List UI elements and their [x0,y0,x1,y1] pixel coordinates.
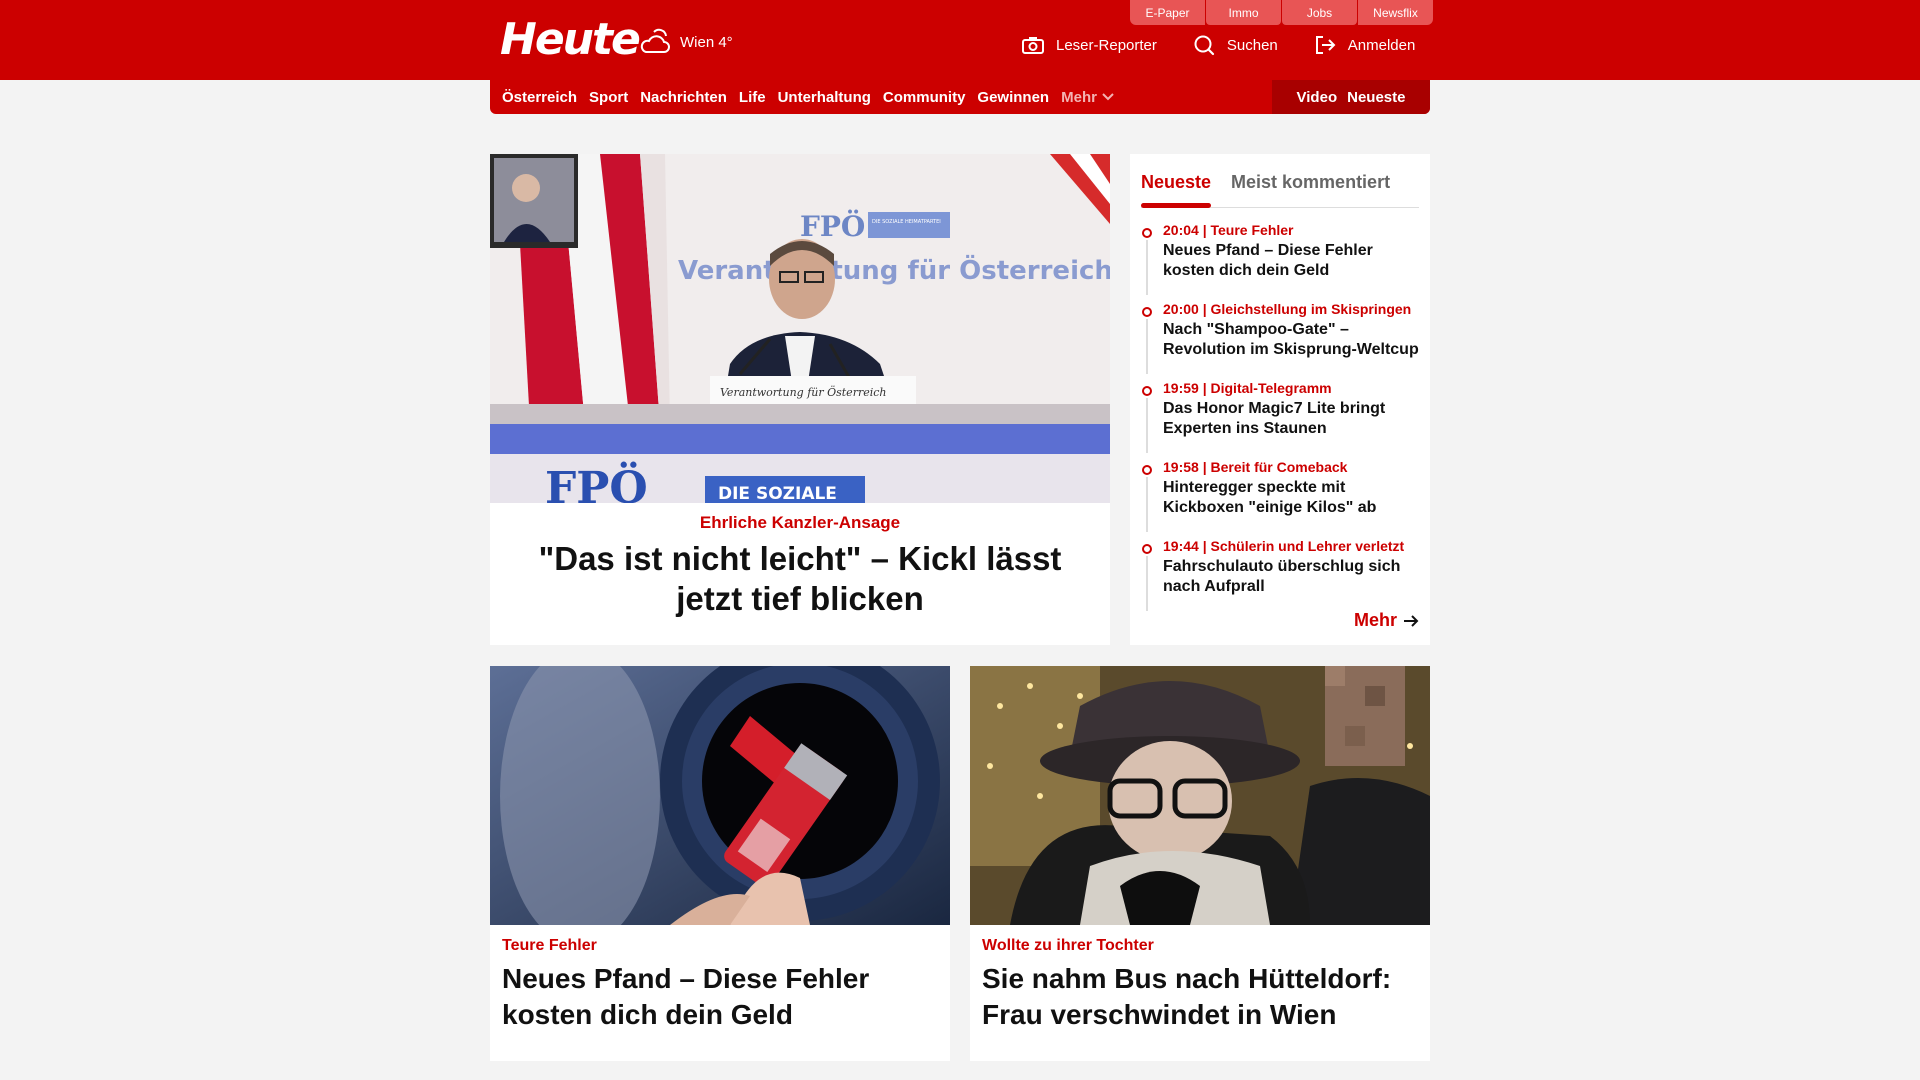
hero-image-bottom-tag: DIE SOZIALE [718,484,837,503]
timeline-line [1146,398,1148,453]
pfand-photo-illustration [490,666,950,925]
nav-item-video[interactable]: Video [1297,89,1338,106]
list-item-meta: 20:04 | Teure Fehler [1163,222,1294,238]
list-item-title: Neues Pfand – Diese Fehler kosten dich d… [1163,242,1373,279]
hero-image-bottom-logo: FPÖ [545,460,648,503]
chevron-down-icon [1102,93,1114,101]
tab-neueste[interactable]: Neueste [1141,164,1212,208]
nav-item-nachrichten[interactable]: Nachrichten [640,89,727,106]
list-item-meta: 19:44 | Schülerin und Lehrer verletzt [1163,538,1405,554]
site-header: E-Paper Immo Jobs Newsflix Heute Wien 4°… [0,0,1920,80]
hero-title[interactable]: "Das ist nicht leicht" – Kickl lässt jet… [490,539,1110,619]
nav-right-group: Video Neueste [1272,80,1430,114]
util-tab-epaper[interactable]: E-Paper [1130,0,1205,25]
nav-item-life[interactable]: Life [739,89,766,106]
list-item-title: Hinteregger speckte mit Kickboxen "einig… [1163,479,1377,516]
hero-article[interactable]: FPÖ DIE SOZIALE HEIMATPARTEI Verantwortu… [490,154,1110,645]
camera-icon [1022,37,1044,54]
search-label: Suchen [1226,36,1278,54]
timeline-dot-icon [1142,307,1152,317]
header-actions: Leser-Reporter Suchen Anmelden [1022,34,1415,56]
nav-item-oesterreich[interactable]: Österreich [502,89,577,106]
util-tab-newsflix[interactable]: Newsflix [1358,0,1433,25]
timeline-dot-icon [1142,544,1152,554]
card-kicker: Teure Fehler [502,937,597,954]
article-card[interactable]: Wollte zu ihrer Tochter Sie nahm Bus nac… [970,666,1430,1061]
list-item[interactable]: 19:44 | Schülerin und Lehrer verletzt Fa… [1141,538,1419,617]
hero-photo-illustration: FPÖ DIE SOZIALE HEIMATPARTEI Verantwortu… [490,154,1110,503]
sidebar-more-label: Mehr [1353,610,1397,630]
hero-image: FPÖ DIE SOZIALE HEIMATPARTEI Verantwortu… [490,154,1110,503]
nav-item-neueste[interactable]: Neueste [1347,89,1405,106]
login-icon [1315,36,1336,54]
site-logo[interactable]: Heute [500,14,641,65]
hero-image-lectern: Verantwortung für Österreich [720,385,886,399]
card-kicker: Wollte zu ihrer Tochter [982,937,1154,954]
util-tab-immo[interactable]: Immo [1206,0,1281,25]
woman-photo-illustration [970,666,1430,925]
timeline-line [1146,477,1148,532]
nav-item-community[interactable]: Community [883,89,966,106]
card-title[interactable]: Sie nahm Bus nach Hütteldorf: Frau versc… [982,961,1418,1033]
util-tab-jobs[interactable]: Jobs [1282,0,1357,25]
leser-reporter-label: Leser-Reporter [1056,36,1157,54]
list-item[interactable]: 19:59 | Digital-Telegramm Das Honor Magi… [1141,380,1419,459]
list-item-title: Das Honor Magic7 Lite bringt Experten in… [1163,400,1386,437]
sidebar-more-link[interactable]: Mehr [1354,610,1419,631]
utility-tabs: E-Paper Immo Jobs Newsflix [1130,0,1433,25]
search-button[interactable]: Suchen [1193,34,1278,56]
sidebar-tabs: Neueste Meist kommentiert [1141,164,1419,208]
nav-item-gewinnen[interactable]: Gewinnen [977,89,1049,106]
timeline-dot-icon [1142,465,1152,475]
hero-image-banner: Verantwortung für Österreich [678,253,1110,286]
list-item-meta: 19:59 | Digital-Telegramm [1163,380,1332,396]
timeline-line [1146,556,1148,611]
tab-meist-kommentiert[interactable]: Meist kommentiert [1231,164,1390,207]
list-item-title: Nach "Shampoo-Gate" – Revolution im Skis… [1163,321,1419,358]
list-item[interactable]: 20:00 | Gleichstellung im Skispringen Na… [1141,301,1419,380]
sidebar-list: 20:04 | Teure Fehler Neues Pfand – Diese… [1141,222,1419,617]
weather-widget[interactable]: Wien 4° [640,28,733,56]
timeline-line [1146,240,1148,295]
login-button[interactable]: Anmelden [1314,35,1416,55]
hero-image-party-logo: FPÖ [800,209,865,243]
nav-item-unterhaltung[interactable]: Unterhaltung [778,89,871,106]
card-image [490,666,950,925]
latest-news-sidebar: Neueste Meist kommentiert 20:04 | Teure … [1130,154,1430,645]
card-title[interactable]: Neues Pfand – Diese Fehler kosten dich d… [502,961,938,1033]
hero-kicker: Ehrliche Kanzler-Ansage [699,513,901,532]
main-nav: Österreich Sport Nachrichten Life Unterh… [490,80,1430,114]
hero-image-party-tag: DIE SOZIALE HEIMATPARTEI [872,219,941,225]
card-image [970,666,1430,925]
login-label: Anmelden [1347,36,1416,54]
arrow-right-icon [1404,614,1419,627]
timeline-dot-icon [1142,228,1152,238]
nav-more-label: Mehr [1061,88,1097,106]
list-item-meta: 20:00 | Gleichstellung im Skispringen [1163,301,1412,317]
article-card[interactable]: Teure Fehler Neues Pfand – Diese Fehler … [490,666,950,1061]
leser-reporter-link[interactable]: Leser-Reporter [1022,36,1157,54]
cloud-sun-icon [640,28,670,53]
list-item-meta: 19:58 | Bereit für Comeback [1163,459,1348,475]
search-icon [1194,35,1214,56]
timeline-line [1146,319,1148,374]
timeline-dot-icon [1142,386,1152,396]
nav-more-dropdown[interactable]: Mehr [1061,89,1115,106]
list-item[interactable]: 20:04 | Teure Fehler Neues Pfand – Diese… [1141,222,1419,301]
nav-item-sport[interactable]: Sport [589,89,628,106]
list-item[interactable]: 19:58 | Bereit für Comeback Hinteregger … [1141,459,1419,538]
weather-text: Wien 4° [680,33,733,51]
list-item-title: Fahrschulauto überschlug sich nach Aufpr… [1163,558,1401,595]
